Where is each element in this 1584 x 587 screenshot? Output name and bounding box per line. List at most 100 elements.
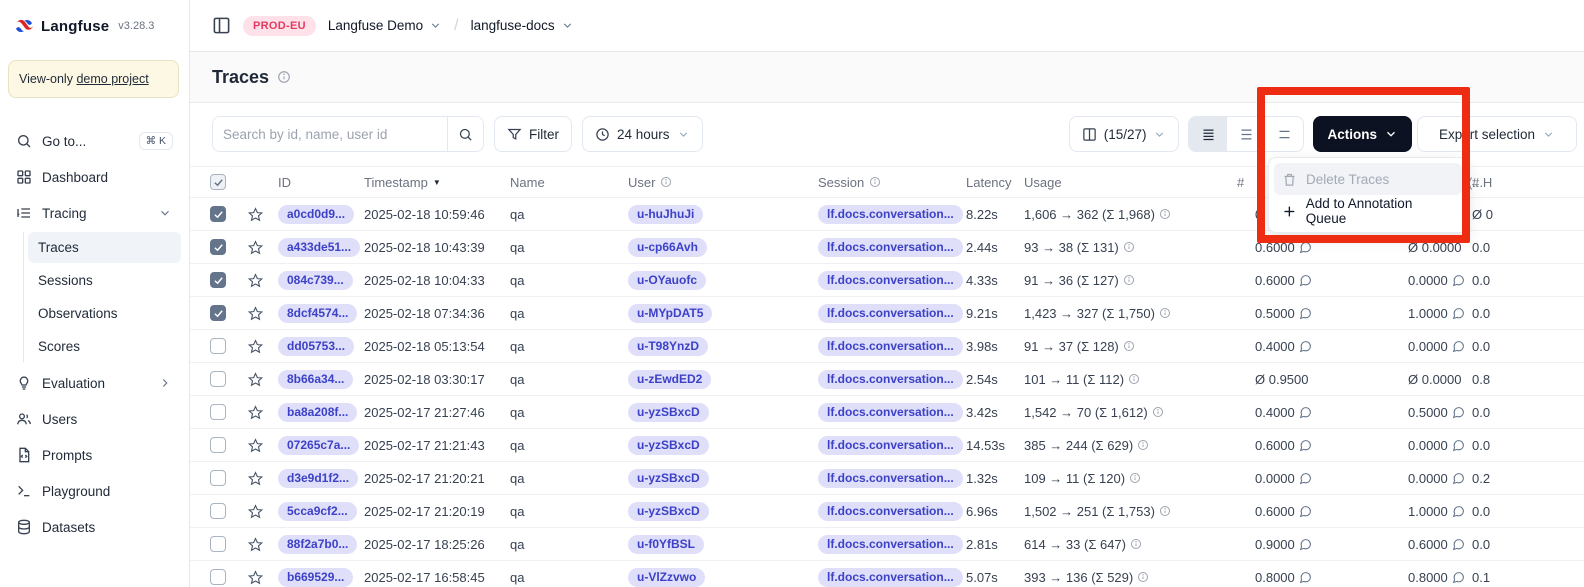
select-all-checkbox[interactable] <box>210 174 226 190</box>
sidebar-item-sessions[interactable]: Sessions <box>28 265 181 296</box>
row-checkbox[interactable] <box>210 470 226 486</box>
user-id-badge[interactable]: u-OYauofc <box>628 271 706 290</box>
table-row[interactable]: dd05753...2025-02-18 05:13:54qau-T98YnzD… <box>190 330 1584 363</box>
row-star[interactable] <box>248 339 278 354</box>
session-id-badge[interactable]: lf.docs.conversation... <box>818 271 963 290</box>
time-range-button[interactable]: 24 hours <box>582 116 703 152</box>
sidebar-item-tracing[interactable]: Tracing <box>8 196 181 230</box>
session-id-badge[interactable]: lf.docs.conversation... <box>818 304 963 323</box>
column-header-usage[interactable]: Usage <box>1024 175 1237 190</box>
table-row[interactable]: 07265c7a...2025-02-17 21:21:43qau-yzSBxc… <box>190 429 1584 462</box>
row-star[interactable] <box>248 240 278 255</box>
row-star[interactable] <box>248 537 278 552</box>
user-id-badge[interactable]: u-zEwdED2 <box>628 370 711 389</box>
row-checkbox[interactable] <box>210 338 226 354</box>
table-row[interactable]: a433de51...2025-02-18 10:43:39qau-cp66Av… <box>190 231 1584 264</box>
row-star[interactable] <box>248 306 278 321</box>
trace-id-badge[interactable]: ba8a208f... <box>278 403 357 422</box>
star-icon[interactable] <box>248 471 263 486</box>
panel-left-icon[interactable] <box>212 16 231 35</box>
user-id-badge[interactable]: u-f0YfBSL <box>628 535 704 554</box>
column-visibility-button[interactable]: (15/27) <box>1069 116 1180 152</box>
search-submit-button[interactable] <box>447 117 483 151</box>
star-icon[interactable] <box>248 537 263 552</box>
row-star[interactable] <box>248 438 278 453</box>
star-icon[interactable] <box>248 240 263 255</box>
session-id-badge[interactable]: lf.docs.conversation... <box>818 568 963 587</box>
row-checkbox[interactable] <box>210 404 226 420</box>
row-checkbox[interactable] <box>210 239 226 255</box>
trace-id-badge[interactable]: b669529... <box>278 568 353 587</box>
trace-id-badge[interactable]: 8b66a34... <box>278 370 353 389</box>
user-id-badge[interactable]: u-yzSBxcD <box>628 469 709 488</box>
sidebar-item-datasets[interactable]: Datasets <box>8 510 181 544</box>
trace-id-badge[interactable]: 5cca9cf2... <box>278 502 357 521</box>
session-id-badge[interactable]: lf.docs.conversation... <box>818 502 963 521</box>
row-checkbox[interactable] <box>210 536 226 552</box>
filter-button[interactable]: Filter <box>494 116 572 152</box>
column-header-last[interactable]: # H <box>1467 175 1547 190</box>
row-height-small-button[interactable] <box>1189 117 1227 151</box>
column-header-id[interactable]: ID <box>278 175 364 190</box>
sidebar-item-playground[interactable]: Playground <box>8 474 181 508</box>
star-icon[interactable] <box>248 372 263 387</box>
row-star[interactable] <box>248 471 278 486</box>
row-star[interactable] <box>248 504 278 519</box>
table-row[interactable]: 084c739...2025-02-18 10:04:33qau-OYauofc… <box>190 264 1584 297</box>
star-icon[interactable] <box>248 306 263 321</box>
session-id-badge[interactable]: lf.docs.conversation... <box>818 337 963 356</box>
breadcrumb-project[interactable]: langfuse-docs <box>471 18 574 33</box>
star-icon[interactable] <box>248 504 263 519</box>
trace-id-badge[interactable]: 88f2a7b0... <box>278 535 357 554</box>
user-id-badge[interactable]: u-huJhuJi <box>628 205 703 224</box>
row-star[interactable] <box>248 207 278 222</box>
table-row[interactable]: ba8a208f...2025-02-17 21:27:46qau-yzSBxc… <box>190 396 1584 429</box>
trace-id-badge[interactable]: a0cd0d9... <box>278 205 354 224</box>
session-id-badge[interactable]: lf.docs.conversation... <box>818 238 963 257</box>
session-id-badge[interactable]: lf.docs.conversation... <box>818 469 963 488</box>
trace-id-badge[interactable]: 084c739... <box>278 271 353 290</box>
sidebar-item-evaluation[interactable]: Evaluation <box>8 366 181 400</box>
user-id-badge[interactable]: u-MYpDAT5 <box>628 304 712 323</box>
trace-id-badge[interactable]: 8dcf4574... <box>278 304 357 323</box>
star-icon[interactable] <box>248 570 263 585</box>
row-checkbox[interactable] <box>210 272 226 288</box>
row-checkbox[interactable] <box>210 569 226 585</box>
row-checkbox[interactable] <box>210 503 226 519</box>
trace-id-badge[interactable]: dd05753... <box>278 337 354 356</box>
table-row[interactable]: 88f2a7b0...2025-02-17 18:25:26qau-f0YfBS… <box>190 528 1584 561</box>
trace-id-badge[interactable]: a433de51... <box>278 238 360 257</box>
session-id-badge[interactable]: lf.docs.conversation... <box>818 535 963 554</box>
row-star[interactable] <box>248 570 278 585</box>
column-header-session[interactable]: Session <box>818 175 966 190</box>
session-id-badge[interactable]: lf.docs.conversation... <box>818 403 963 422</box>
user-id-badge[interactable]: u-cp66Avh <box>628 238 707 257</box>
menu-item-delete-traces[interactable]: Delete Traces <box>1274 163 1462 195</box>
session-id-badge[interactable]: lf.docs.conversation... <box>818 370 963 389</box>
row-star[interactable] <box>248 372 278 387</box>
table-row[interactable]: b669529...2025-02-17 16:58:45qau-VlZzvwo… <box>190 561 1584 587</box>
star-icon[interactable] <box>248 273 263 288</box>
table-row[interactable]: 5cca9cf2...2025-02-17 21:20:19qau-yzSBxc… <box>190 495 1584 528</box>
star-icon[interactable] <box>248 405 263 420</box>
star-icon[interactable] <box>248 207 263 222</box>
demo-project-link[interactable]: demo project <box>76 72 148 86</box>
row-checkbox[interactable] <box>210 437 226 453</box>
user-id-badge[interactable]: u-yzSBxcD <box>628 436 709 455</box>
user-id-badge[interactable]: u-VlZzvwo <box>628 568 705 587</box>
session-id-badge[interactable]: lf.docs.conversation... <box>818 205 963 224</box>
table-row[interactable]: 8dcf4574...2025-02-18 07:34:36qau-MYpDAT… <box>190 297 1584 330</box>
row-height-medium-button[interactable] <box>1227 117 1265 151</box>
breadcrumb-org[interactable]: Langfuse Demo <box>328 18 442 33</box>
table-row[interactable]: d3e9d1f2...2025-02-17 21:20:21qau-yzSBxc… <box>190 462 1584 495</box>
search-input[interactable] <box>213 117 447 151</box>
star-icon[interactable] <box>248 438 263 453</box>
menu-item-add-to-annotation-queue[interactable]: Add to Annotation Queue <box>1274 195 1462 227</box>
row-checkbox[interactable] <box>210 206 226 222</box>
actions-button[interactable]: Actions <box>1313 116 1412 152</box>
sidebar-item-users[interactable]: Users <box>8 402 181 436</box>
column-header-latency[interactable]: Latency <box>966 175 1024 190</box>
column-header-user[interactable]: User <box>628 175 818 190</box>
trace-id-badge[interactable]: d3e9d1f2... <box>278 469 358 488</box>
column-header-timestamp[interactable]: Timestamp▼ <box>364 175 510 190</box>
